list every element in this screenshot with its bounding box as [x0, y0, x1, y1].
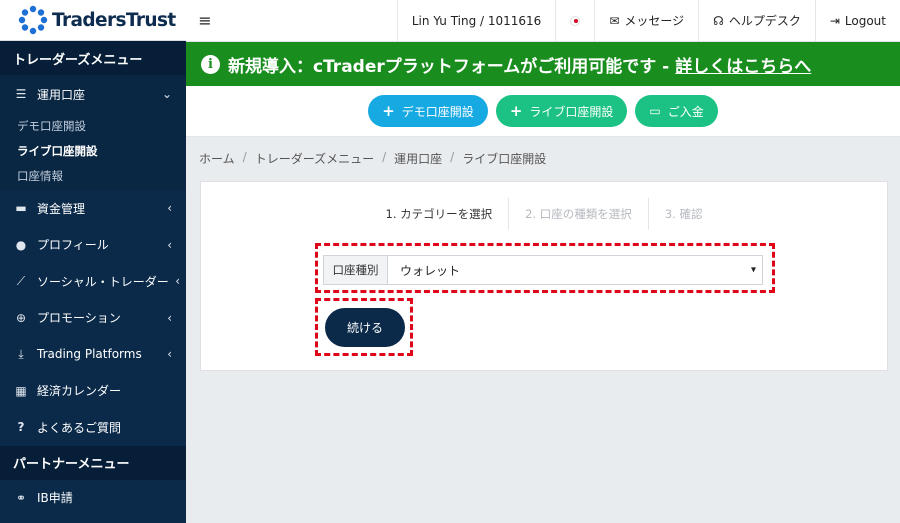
sidebar-item-label: Trading Platforms — [37, 347, 142, 362]
info-icon: i — [201, 54, 220, 74]
question-icon: ? — [17, 420, 25, 435]
sidebar-item-label: ソーシャル・トレーダー — [37, 274, 169, 289]
logout-icon: ⇥ — [829, 13, 840, 28]
sidebar-item-promotion[interactable]: ⊕ プロモーション ‹ — [0, 300, 186, 337]
quick-actions: + デモ口座開設 + ライブ口座開設 ▭ ご入金 — [186, 86, 900, 137]
credit-card-icon: ▭ — [649, 104, 661, 118]
continue-button[interactable]: 続ける — [325, 308, 405, 347]
wizard-steps: 1. カテゴリーを選択 2. 口座の種類を選択 3. 確認 — [201, 190, 887, 238]
wallet-icon: ▬ — [15, 201, 27, 216]
sidebar-item-profile[interactable]: ● プロフィール ‹ — [0, 227, 186, 264]
sidebar-item-faq[interactable]: ? よくあるご質問 — [0, 409, 186, 446]
breadcrumb-current: ライブ口座開設 — [462, 152, 547, 166]
step-confirm: 3. 確認 — [664, 207, 703, 221]
sidebar-item-label: 資金管理 — [37, 201, 86, 216]
deposit-button[interactable]: ▭ ご入金 — [635, 95, 718, 127]
chevron-left-icon: ‹ — [175, 274, 180, 289]
logo[interactable]: TradersTrust — [0, 0, 186, 41]
sidebar-item-label: 運用口座 — [37, 87, 86, 102]
calendar-icon: ▦ — [15, 383, 27, 398]
button-label: ライブ口座開設 — [529, 104, 614, 119]
chevron-left-icon: ‹ — [167, 237, 172, 252]
announcement-banner: i 新規導入：cTraderプラットフォームがご利用可能です - 詳しくはこちら… — [186, 42, 900, 86]
helpdesk-link[interactable]: ☊ ヘルプデスク — [698, 0, 815, 41]
traderstrust-logo-icon — [18, 5, 48, 35]
chart-icon: ⟋ — [16, 273, 26, 288]
sidebar-item-label: IB申請 — [37, 491, 73, 506]
envelope-icon: ✉ — [609, 13, 620, 28]
banner-text: 新規導入：cTraderプラットフォームがご利用可能です - — [228, 56, 670, 77]
sidebar-item-trading-platforms[interactable]: ⤓ Trading Platforms ‹ — [0, 336, 186, 373]
account-type-group: 口座種別 ウォレット ▾ — [323, 255, 763, 285]
sidebar-item-social-trader[interactable]: ⟋ ソーシャル・トレーダー ‹ — [0, 263, 186, 300]
hamburger-menu-icon[interactable]: ≡ — [186, 0, 224, 41]
banner-link[interactable]: 詳しくはこちらへ — [675, 52, 811, 77]
plus-icon: + — [382, 102, 395, 120]
topbar: ≡ Lin Yu Ting / 1011616 ✉ メッセージ ☊ ヘルプデスク… — [186, 0, 900, 42]
button-label: ご入金 — [667, 104, 704, 119]
messages-label: メッセージ — [624, 14, 685, 28]
breadcrumb: ホーム / トレーダーズメニュー / 運用口座 / ライブ口座開設 — [199, 150, 546, 167]
breadcrumb-trader-menu[interactable]: トレーダーズメニュー — [255, 150, 374, 167]
helpdesk-label: ヘルプデスク — [728, 14, 801, 28]
trader-menu-header: トレーダーズメニュー — [0, 41, 186, 75]
sidebar-subitem-live-account[interactable]: ライブ口座開設 — [0, 138, 186, 163]
account-opening-card: 1. カテゴリーを選択 2. 口座の種類を選択 3. 確認 口座種別 ウォレット… — [200, 181, 888, 371]
sidebar-item-ib-application[interactable]: ⚭ IB申請 — [0, 480, 186, 517]
chevron-left-icon: ‹ — [167, 347, 172, 362]
account-type-value: ウォレット — [400, 263, 461, 278]
user-account[interactable]: Lin Yu Ting / 1011616 — [396, 0, 555, 41]
japan-flag-icon — [570, 15, 581, 26]
account-type-label: 口座種別 — [324, 256, 388, 284]
sidebar-item-label: 経済カレンダー — [37, 384, 122, 399]
sidebar-subitem-demo-account[interactable]: デモ口座開設 — [0, 113, 186, 138]
accounts-submenu: デモ口座開設 ライブ口座開設 口座情報 — [0, 113, 186, 190]
breadcrumb-separator: / — [450, 150, 455, 164]
handshake-icon: ⚭ — [15, 490, 27, 505]
plus-icon: + — [509, 102, 523, 120]
chevron-left-icon: ‹ — [167, 310, 172, 325]
list-icon: ☰ — [15, 87, 27, 101]
sidebar-item-economic-calendar[interactable]: ▦ 経済カレンダー — [0, 373, 186, 410]
messages-link[interactable]: ✉ メッセージ — [594, 0, 698, 41]
chevron-down-icon: ▾ — [750, 264, 756, 276]
breadcrumb-home[interactable]: ホーム — [199, 150, 235, 167]
chevron-down-icon: ⌄ — [161, 87, 172, 101]
sidebar-item-label: プロモーション — [37, 311, 121, 326]
step-select-account-type: 2. 口座の種類を選択 — [525, 207, 632, 221]
step-select-category: 1. カテゴリーを選択 — [385, 207, 493, 221]
account-type-select[interactable]: ウォレット ▾ — [388, 256, 762, 284]
sidebar-subitem-account-info[interactable]: 口座情報 — [0, 163, 186, 188]
user-icon: ● — [15, 237, 27, 252]
download-icon: ⤓ — [18, 346, 24, 361]
breadcrumb-separator: / — [382, 150, 387, 164]
breadcrumb-accounts[interactable]: 運用口座 — [394, 150, 442, 167]
sidebar-item-accounts[interactable]: ☰ 運用口座 ⌄ — [0, 75, 186, 113]
user-name: Lin Yu Ting / 1011616 — [411, 13, 542, 28]
sidebar: TradersTrust トレーダーズメニュー ☰ 運用口座 ⌄ デモ口座開設 … — [0, 0, 186, 523]
open-live-account-button[interactable]: + ライブ口座開設 — [495, 95, 628, 127]
sidebar-item-label: プロフィール — [37, 238, 109, 253]
logout-link[interactable]: ⇥ Logout — [814, 0, 900, 41]
chevron-left-icon: ‹ — [167, 201, 172, 216]
language-selector[interactable] — [555, 0, 594, 41]
open-demo-account-button[interactable]: + デモ口座開設 — [368, 95, 488, 127]
headset-icon: ☊ — [713, 13, 724, 28]
breadcrumb-separator: / — [242, 150, 247, 164]
partner-menu-header: パートナーメニュー — [0, 445, 186, 480]
logo-text: TradersTrust — [52, 9, 176, 31]
logout-label: Logout — [844, 13, 886, 28]
globe-icon: ⊕ — [15, 310, 27, 325]
sidebar-item-label: よくあるご質問 — [37, 420, 122, 435]
sidebar-item-funds[interactable]: ▬ 資金管理 ‹ — [0, 190, 186, 227]
button-label: デモ口座開設 — [401, 104, 474, 119]
